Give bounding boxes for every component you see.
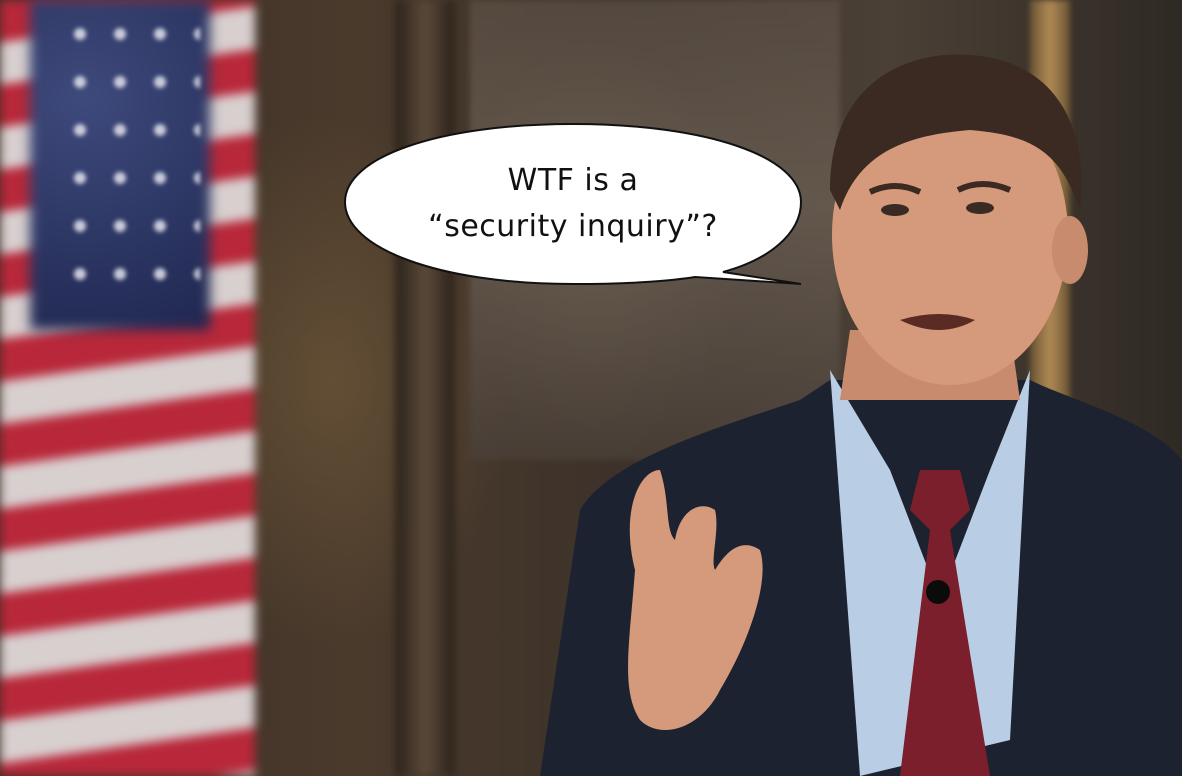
photo-scene: WTF is a “security inquiry”? [0,0,1182,776]
left-eye [881,204,909,216]
right-eye [966,202,994,214]
speech-bubble-text: WTF is a “security inquiry”? [343,158,803,250]
flag-stars [60,10,200,310]
speech-line-2: “security inquiry”? [428,209,718,244]
background-pillar [395,0,455,776]
speech-line-1: WTF is a [507,163,639,198]
lapel-microphone [926,580,950,604]
ear [1052,216,1088,284]
